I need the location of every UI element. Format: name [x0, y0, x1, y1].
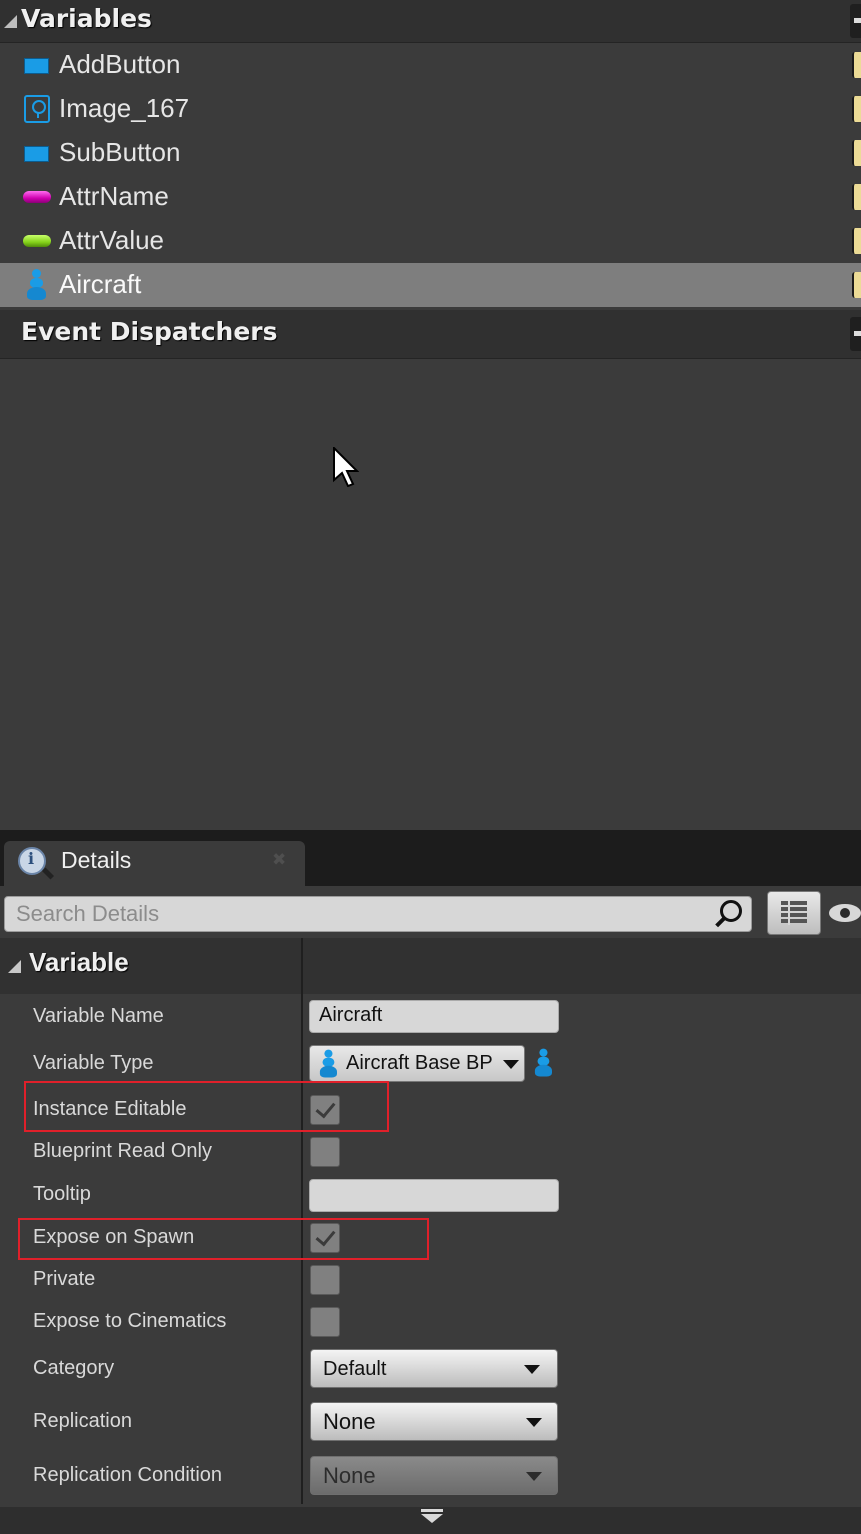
private-label: Private [33, 1268, 96, 1290]
search-details-input[interactable] [5, 897, 705, 931]
expand-advanced-icon[interactable] [421, 1509, 443, 1523]
replication-value: None [323, 1409, 376, 1434]
visibility-toggle-icon[interactable] [852, 96, 861, 122]
variable-label: AttrName [59, 181, 169, 211]
list-view-icon [781, 901, 807, 925]
category-combo[interactable]: Default [310, 1349, 558, 1388]
variable-row-attrname[interactable]: AttrName [0, 175, 861, 219]
chevron-down-icon[interactable] [524, 1365, 540, 1374]
container-type-pawn-icon[interactable] [534, 1048, 552, 1078]
view-options-button[interactable] [767, 891, 821, 935]
category-value: Default [323, 1358, 387, 1380]
replication-condition-value: None [323, 1463, 376, 1488]
details-info-icon [18, 847, 55, 880]
replication-label: Replication [33, 1410, 132, 1432]
category-label: Category [33, 1357, 115, 1379]
highlight-box-instance-editable [24, 1081, 389, 1132]
replication-condition-label: Replication Condition [33, 1464, 223, 1486]
text-pill-icon [23, 191, 51, 203]
details-tab-label: Details [61, 847, 132, 873]
variable-label: AddButton [59, 49, 181, 79]
variable-row-addbutton[interactable]: AddButton [0, 43, 861, 87]
variable-label: AttrValue [59, 225, 165, 255]
variable-label: Aircraft [59, 269, 142, 299]
expose-to-cinematics-label: Expose to Cinematics [33, 1310, 227, 1332]
search-details-box[interactable] [4, 896, 752, 932]
visibility-filter-button[interactable] [826, 896, 861, 930]
button-widget-icon [24, 58, 49, 74]
pawn-icon [319, 1049, 337, 1079]
add-variable-button[interactable] [850, 4, 861, 38]
blueprint-empty-area [0, 359, 861, 830]
private-checkbox[interactable] [310, 1265, 340, 1295]
replication-dropdown[interactable]: None [310, 1402, 558, 1441]
details-tab[interactable]: Details ✖ [4, 841, 305, 886]
variable-category-header[interactable]: Variable [0, 938, 861, 994]
expose-to-cinematics-checkbox[interactable] [310, 1307, 340, 1337]
visibility-toggle-icon[interactable] [852, 140, 861, 166]
event-dispatchers-header-label: Event Dispatchers [21, 317, 278, 346]
add-event-dispatcher-button[interactable] [850, 317, 861, 351]
collapse-triangle-icon[interactable] [8, 960, 21, 973]
blueprint-read-only-checkbox[interactable] [310, 1137, 340, 1167]
mouse-cursor-icon [333, 447, 359, 487]
close-tab-icon[interactable]: ✖ [272, 850, 286, 870]
variable-row-attrvalue[interactable]: AttrValue [0, 219, 861, 263]
chevron-down-icon [526, 1418, 542, 1427]
variables-section-header[interactable]: Variables [0, 0, 861, 43]
eye-icon [829, 904, 861, 922]
variable-name-field[interactable]: Aircraft [309, 1000, 559, 1033]
chevron-down-icon [526, 1472, 542, 1481]
blueprint-read-only-label: Blueprint Read Only [33, 1140, 212, 1162]
pawn-icon [26, 269, 46, 301]
variable-row-subbutton[interactable]: SubButton [0, 131, 861, 175]
visibility-toggle-icon[interactable] [852, 52, 861, 78]
highlight-box-expose-on-spawn [18, 1218, 429, 1260]
tooltip-field[interactable] [309, 1179, 559, 1212]
event-dispatchers-section-header[interactable]: Event Dispatchers [0, 310, 861, 359]
visibility-toggle-icon[interactable] [852, 228, 861, 254]
variable-type-dropdown[interactable]: Aircraft Base BP [309, 1045, 525, 1082]
button-widget-icon [24, 146, 49, 162]
variable-type-value: Aircraft Base BP [346, 1052, 493, 1074]
variable-type-label: Variable Type [33, 1052, 154, 1074]
variable-row-aircraft[interactable]: Aircraft [0, 263, 861, 307]
collapse-triangle-icon[interactable] [4, 15, 17, 28]
replication-condition-dropdown: None [310, 1456, 558, 1495]
text-pill-icon [23, 235, 51, 247]
visibility-toggle-icon[interactable] [852, 272, 861, 298]
variable-name-label: Variable Name [33, 1005, 164, 1027]
variable-row-image167[interactable]: Image_167 [0, 87, 861, 131]
chevron-down-icon [503, 1060, 519, 1069]
tooltip-label: Tooltip [33, 1183, 91, 1205]
variable-label: SubButton [59, 137, 181, 167]
variables-header-label: Variables [21, 4, 152, 33]
image-widget-icon [24, 95, 50, 123]
visibility-toggle-icon[interactable] [852, 184, 861, 210]
variable-label: Image_167 [59, 93, 190, 123]
category-title: Variable [29, 947, 129, 977]
search-icon[interactable] [720, 900, 742, 922]
